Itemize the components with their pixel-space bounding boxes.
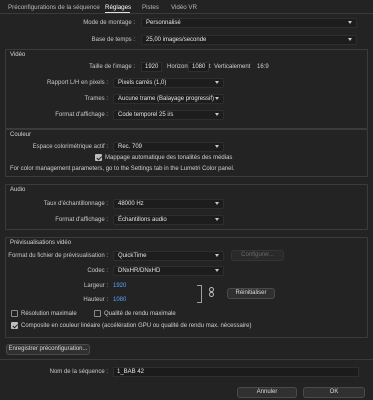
audio-display-format-select[interactable]: Échantillons audio [113, 215, 224, 225]
editing-mode-value: Personnalisé [146, 20, 181, 26]
preview-file-format-label: Format du fichier de prévisualisation : [8, 253, 108, 259]
chevron-down-icon [215, 254, 219, 257]
frame-width-input[interactable]: 1920 [141, 62, 162, 72]
linear-composite-checkbox[interactable] [11, 322, 18, 329]
video-display-format-label: Format d'affichage : [55, 112, 108, 118]
pixel-aspect-select[interactable]: Pixels carrés (1,0) [113, 78, 224, 88]
audio-display-format-value: Échantillons audio [118, 217, 167, 223]
tab-sequence-presets[interactable]: Préconfigurations de la séquence [8, 4, 100, 11]
tone-mapping-checkbox[interactable] [95, 154, 102, 161]
audio-section-title: Audio [10, 187, 26, 193]
linear-composite-label: Composite en couleur linéaire (accélérat… [21, 323, 252, 329]
codec-value: DNxHR/DNxHD [118, 268, 161, 274]
footer-divider [0, 359, 373, 360]
fields-select[interactable]: Aucune trame (Balayage progressif) [113, 94, 224, 104]
ok-button[interactable]: OK [303, 387, 365, 398]
tab-divider [0, 13, 373, 14]
link-chain-icon[interactable] [209, 287, 214, 297]
preview-width-value[interactable]: 1920 [113, 283, 126, 289]
pixel-aspect-value: Pixels carrés (1,0) [118, 80, 167, 86]
reset-button[interactable]: Réinitialiser [227, 288, 275, 299]
chevron-down-icon [215, 113, 219, 116]
configure-button[interactable]: Configurer... [231, 250, 284, 261]
video-display-format-value: Code temporel 25 i/s [118, 112, 174, 118]
video-section-title: Vidéo [10, 52, 26, 58]
chevron-down-icon [215, 81, 219, 84]
chevron-down-icon [348, 21, 352, 24]
save-preset-button[interactable]: Enregistrer préconfiguration... [6, 344, 90, 355]
preview-file-format-select[interactable]: QuickTime [113, 251, 224, 261]
chevron-down-icon [348, 38, 352, 41]
sample-rate-value: 48000 Hz [118, 201, 144, 207]
timebase-label: Base de temps : [91, 37, 135, 43]
editing-mode-select[interactable]: Personnalisé [141, 18, 357, 28]
sequence-name-label: Nom de la séquence : [49, 369, 108, 375]
preview-width-label: Largeur : [83, 283, 108, 289]
max-render-quality-checkbox[interactable] [94, 310, 101, 317]
chevron-down-icon [215, 202, 219, 205]
chevron-down-icon [215, 218, 219, 221]
timebase-select[interactable]: 25,00 images/seconde [141, 35, 357, 45]
chevron-down-icon [215, 269, 219, 272]
sequence-name-input[interactable]: 1_BAB 42 [113, 367, 359, 377]
tab-tracks[interactable]: Pistes [142, 4, 159, 11]
working-space-label: Espace colorimétrique actif : [32, 144, 108, 150]
link-bracket [197, 285, 202, 303]
codec-select[interactable]: DNxHR/DNxHD [113, 266, 224, 276]
video-previews-title: Prévisualisations vidéo [10, 240, 72, 246]
fields-label: Trames : [84, 96, 108, 102]
tab-bar: Préconfigurations de la séquence Réglage… [0, 0, 373, 14]
working-space-select[interactable]: Rec. 709 [113, 142, 224, 152]
max-bit-depth-checkbox[interactable] [11, 310, 18, 317]
editing-mode-label: Mode de montage : [83, 20, 135, 26]
audio-display-format-label: Format d'affichage : [55, 217, 108, 223]
pixel-aspect-label: Rapport L/H en pixels : [46, 80, 108, 86]
color-section-title: Couleur [10, 132, 32, 138]
codec-label: Codec : [87, 268, 108, 274]
color-management-note: For color management parameters, go to t… [10, 166, 235, 172]
sample-rate-select[interactable]: 48000 Hz [113, 199, 224, 209]
working-space-value: Rec. 709 [118, 144, 143, 150]
tone-mapping-label: Mappage automatique des tonalités des mé… [105, 155, 233, 161]
preview-file-format-value: QuickTime [118, 253, 147, 259]
fields-value: Aucune trame (Balayage progressif) [118, 96, 215, 102]
sample-rate-label: Taux d'échantillonnage : [43, 201, 108, 207]
preview-height-label: Hauteur : [83, 297, 108, 303]
timebase-value: 25,00 images/seconde [146, 37, 207, 43]
video-display-format-select[interactable]: Code temporel 25 i/s [113, 110, 224, 120]
vertical-label: Verticalement [214, 64, 251, 70]
max-bit-depth-label: Résolution maximale [21, 311, 77, 317]
cancel-button[interactable]: Annuler [237, 387, 297, 398]
max-render-quality-label: Qualité de rendu maximale [104, 311, 176, 317]
chevron-down-icon [215, 97, 219, 100]
frame-size-label: Taille de l'image : [89, 64, 135, 70]
frame-height-input[interactable]: 1080 [188, 62, 209, 72]
chevron-down-icon [215, 145, 219, 148]
preview-height-value[interactable]: 1080 [113, 297, 126, 303]
tab-vr-video[interactable]: Vidéo VR [171, 4, 197, 11]
tab-settings[interactable]: Réglages [105, 4, 131, 11]
aspect-ratio-value: 16:9 [257, 64, 269, 70]
